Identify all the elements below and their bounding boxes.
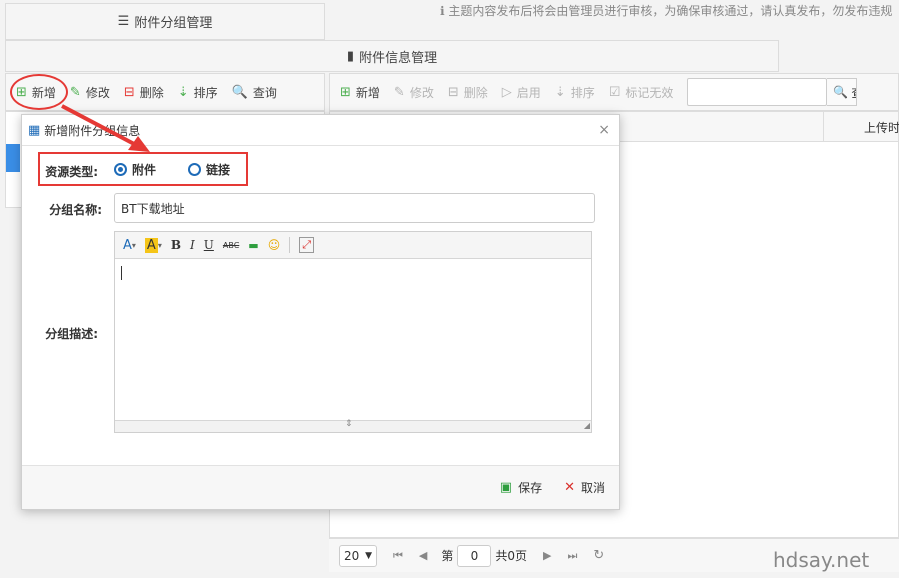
group-name-input[interactable]: BT下载地址 bbox=[114, 193, 595, 223]
close-x-icon: ✕ bbox=[564, 480, 575, 495]
cancel-button[interactable]: ✕ 取消 bbox=[564, 479, 605, 496]
prev-page-icon[interactable]: ◀ bbox=[419, 549, 427, 562]
edit-icon: ✎ bbox=[393, 84, 405, 100]
last-page-icon[interactable]: ⏭ bbox=[568, 549, 578, 563]
insert-rule-icon[interactable]: ▬ bbox=[248, 239, 258, 252]
mark-invalid-button[interactable]: ☑ 标记无效 bbox=[609, 84, 674, 101]
btn-label: 排序 bbox=[570, 85, 595, 100]
page-size-select[interactable]: 20 ▼ bbox=[339, 544, 377, 567]
edit-info-button[interactable]: ✎ 修改 bbox=[394, 84, 434, 101]
highlight-resource-type bbox=[38, 152, 248, 186]
play-icon: ▷ bbox=[501, 84, 512, 100]
file-icon: ▮ bbox=[346, 48, 355, 64]
underline-icon[interactable]: U bbox=[204, 238, 214, 252]
notice-text: 主题内容发布后将会由管理员进行审核，为确保审核通过，请认真发布，勿发布违规 bbox=[448, 4, 893, 18]
editor-content[interactable] bbox=[121, 266, 122, 280]
bg-color-icon[interactable]: A ▾ bbox=[144, 237, 162, 253]
tab-info-management[interactable]: ▮ 附件信息管理 bbox=[5, 40, 779, 72]
next-page-icon[interactable]: ▶ bbox=[543, 549, 551, 562]
group-name-value: BT下载地址 bbox=[121, 201, 185, 216]
btn-label: 修改 bbox=[85, 85, 110, 100]
col-upload-time-label: 上传时 bbox=[864, 120, 899, 135]
minus-square-icon: ⊟ bbox=[447, 84, 459, 100]
group-name-label: 分组名称: bbox=[49, 203, 102, 217]
tab-group-management[interactable]: ☰ 附件分组管理 bbox=[5, 3, 325, 40]
corner-resize-icon[interactable]: ◢ bbox=[584, 421, 590, 430]
notice-bar: ℹ 主题内容发布后将会由管理员进行审核，为确保审核通过，请认真发布，勿发布违规 bbox=[440, 2, 899, 19]
resize-handle-icon[interactable]: ⇕ bbox=[345, 419, 353, 429]
emoji-icon[interactable]: ☺ bbox=[268, 238, 281, 252]
save-button[interactable]: ▣ 保存 bbox=[500, 479, 542, 496]
rich-text-editor: A ▾ A ▾ B I U ABC ▬ ☺ ⤢ ⇕ ◢ bbox=[114, 231, 592, 433]
right-toolbar: ⊞ 新增 ✎ 修改 ⊟ 删除 ▷ 启用 ⇣ 排序 ☑ 标记无效 🔍查 bbox=[329, 73, 899, 111]
toolbar-divider bbox=[289, 237, 291, 253]
film-icon: ▦ bbox=[28, 122, 41, 138]
page-number-input[interactable]: 0 bbox=[457, 544, 492, 567]
info-icon: ℹ bbox=[440, 4, 445, 18]
chevron-down-icon: ▼ bbox=[365, 550, 372, 561]
query-group-button[interactable]: 🔍 查询 bbox=[232, 84, 277, 101]
btn-label: 新增 bbox=[355, 85, 380, 100]
btn-label: 查询 bbox=[252, 85, 277, 100]
sort-icon: ⇣ bbox=[554, 84, 566, 100]
page-size-value: 20 bbox=[344, 548, 360, 563]
edit-icon: ✎ bbox=[69, 84, 81, 100]
page-prefix: 第 bbox=[441, 549, 454, 563]
btn-label: 删除 bbox=[463, 85, 488, 100]
btn-label: 启用 bbox=[516, 85, 541, 100]
save-icon: ▣ bbox=[499, 480, 513, 495]
save-label: 保存 bbox=[518, 481, 543, 495]
watermark: hdsay.net bbox=[773, 548, 870, 572]
search-button-label: 查 bbox=[851, 84, 856, 101]
add-info-button[interactable]: ⊞ 新增 bbox=[340, 84, 380, 101]
btn-label: 标记无效 bbox=[625, 85, 674, 100]
sort-info-button[interactable]: ⇣ 排序 bbox=[555, 84, 595, 101]
btn-label: 修改 bbox=[409, 85, 434, 100]
search-input[interactable] bbox=[687, 78, 828, 106]
delete-info-button[interactable]: ⊟ 删除 bbox=[448, 84, 488, 101]
list-icon: ☰ bbox=[117, 14, 130, 29]
dialog-header: ▦ 新增附件分组信息 bbox=[22, 115, 619, 146]
fullscreen-icon[interactable]: ⤢ bbox=[299, 237, 315, 253]
search-button[interactable]: 🔍查 bbox=[827, 78, 858, 106]
editor-resize-bar[interactable]: ⇕ ◢ bbox=[115, 419, 591, 432]
font-color-icon[interactable]: A ▾ bbox=[123, 238, 136, 253]
dialog-footer: ▣ 保存 ✕ 取消 bbox=[22, 465, 619, 509]
cancel-label: 取消 bbox=[580, 481, 605, 495]
edit-group-button[interactable]: ✎ 修改 bbox=[70, 84, 110, 101]
refresh-icon[interactable]: ↻ bbox=[593, 548, 604, 563]
group-desc-label: 分组描述: bbox=[45, 327, 98, 341]
checkbox-icon: ☑ bbox=[608, 84, 621, 100]
sort-icon: ⇣ bbox=[177, 84, 189, 100]
italic-icon[interactable]: I bbox=[190, 238, 195, 252]
page-total: 共0页 bbox=[495, 549, 528, 563]
enable-info-button[interactable]: ▷ 启用 bbox=[502, 84, 541, 101]
plus-square-icon: ⊞ bbox=[340, 84, 351, 100]
highlight-add-button-circle bbox=[10, 74, 68, 110]
editor-toolbar: A ▾ A ▾ B I U ABC ▬ ☺ ⤢ bbox=[115, 232, 591, 259]
delete-group-button[interactable]: ⊟ 删除 bbox=[124, 84, 164, 101]
tab-info-label: 附件信息管理 bbox=[359, 50, 438, 66]
tab-group-label: 附件分组管理 bbox=[134, 16, 213, 31]
btn-label: 删除 bbox=[139, 85, 164, 100]
close-icon[interactable]: × bbox=[598, 122, 610, 138]
bold-icon[interactable]: B bbox=[171, 238, 181, 252]
search-icon: 🔍 bbox=[833, 85, 849, 99]
minus-square-icon: ⊟ bbox=[123, 84, 135, 100]
btn-label: 排序 bbox=[193, 85, 218, 100]
col-upload-time[interactable]: 上传时 bbox=[823, 112, 899, 142]
strikethrough-icon[interactable]: ABC bbox=[223, 241, 239, 250]
dialog-title: 新增附件分组信息 bbox=[44, 123, 141, 138]
sort-group-button[interactable]: ⇣ 排序 bbox=[178, 84, 218, 101]
search-icon: 🔍 bbox=[231, 84, 248, 100]
page-number-value: 0 bbox=[470, 548, 479, 563]
first-page-icon[interactable]: ⏮ bbox=[393, 549, 403, 563]
